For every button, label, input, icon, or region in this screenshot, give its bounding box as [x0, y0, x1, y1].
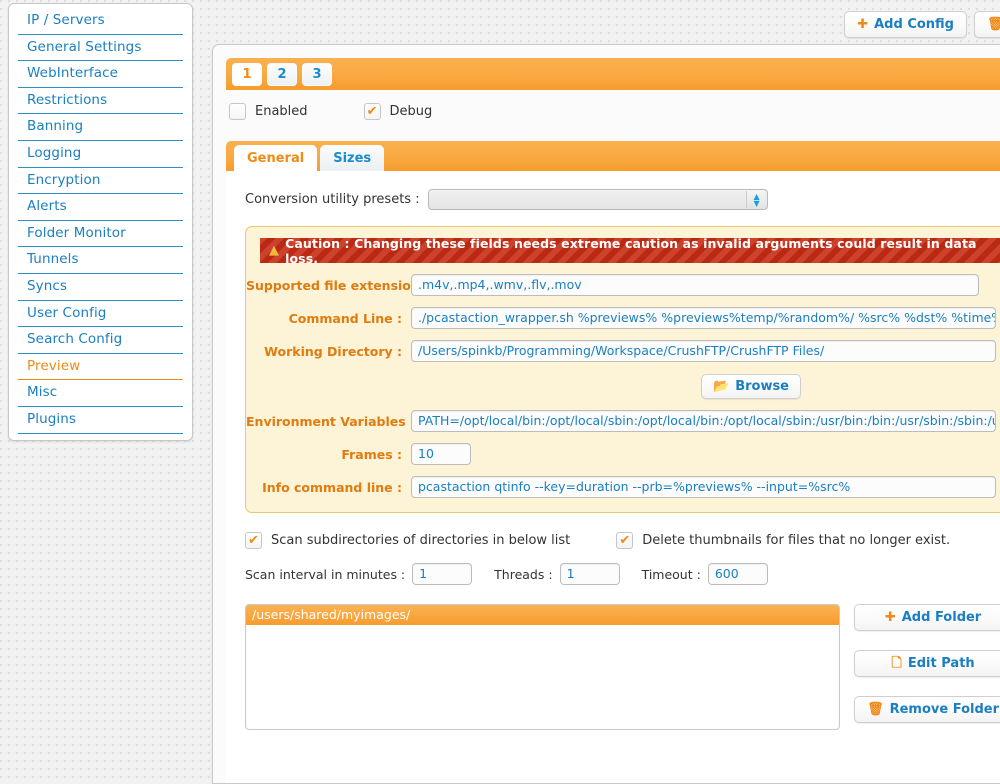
folder-list-section: /users/shared/myimages/ ✚ Add Folder 🗋 Edit… — [245, 604, 1000, 730]
sub-tab-strip: General Sizes — [226, 141, 1000, 171]
conversion-preset-label: Conversion utility presets : — [245, 192, 420, 207]
plus-icon: ✚ — [857, 17, 869, 32]
checkbox-debug[interactable]: ✔ — [363, 103, 381, 120]
config-tab-1[interactable]: 1 — [232, 62, 262, 86]
sidebar-item-user-config[interactable]: User Config — [18, 301, 183, 328]
conversion-preset-row: Conversion utility presets : ▲ ▼ — [245, 189, 1000, 210]
config-tab-2[interactable]: 2 — [267, 62, 297, 86]
button-label: Edit Path — [907, 656, 975, 671]
checkbox-option-0[interactable]: ✔ — [245, 532, 262, 549]
folder-list-item[interactable]: /users/shared/myimages/ — [246, 605, 840, 625]
caution-text: Caution : Changing these fields needs ex… — [285, 235, 977, 266]
scan-options-row: ✔ Scan subdirectories of directories in b… — [245, 532, 1000, 549]
conversion-preset-value — [429, 191, 747, 208]
tab-general[interactable]: General — [234, 145, 318, 171]
sidebar-item-preview[interactable]: Preview — [18, 354, 183, 381]
conversion-preset-select[interactable]: ▲ ▼ — [427, 189, 768, 210]
field-row: Command Line : ./pcastaction_wrapper.sh %… — [246, 307, 1000, 329]
sidebar-item-banning[interactable]: Banning — [18, 114, 183, 141]
field-row: Info command line : pcastaction qtinfo --… — [246, 476, 1000, 498]
plus-icon: ✚ — [884, 610, 896, 625]
field-label: Working Directory : — [264, 343, 402, 359]
add-config-label: Add Config — [874, 17, 954, 32]
sidebar-item-general-settings[interactable]: General Settings — [18, 35, 183, 62]
checkbox-option-label-0: Scan subdirectories of directories in be… — [271, 533, 571, 548]
sidebar-item-tunnels[interactable]: Tunnels — [18, 247, 183, 274]
edit-path-button[interactable]: 🗋 Edit Path — [854, 650, 1000, 677]
check-icon: ✔ — [248, 533, 259, 548]
field-input[interactable]: .m4v,.mp4,.wmv,.flv,.mov — [411, 274, 979, 296]
folder-list[interactable]: /users/shared/myimages/ — [245, 604, 841, 730]
field-input[interactable]: ./pcastaction_wrapper.sh %previews% %pre… — [411, 307, 996, 329]
button-label: Remove Folder — [889, 702, 999, 717]
field-label: Command Line : — [288, 310, 402, 326]
caution-card: ▲ Caution : Changing these fields needs … — [245, 226, 1000, 513]
field-input[interactable]: pcastaction qtinfo --key=duration --prb=… — [411, 476, 996, 498]
warning-triangle-icon: ▲ — [269, 243, 280, 258]
field-input[interactable]: /Users/spinkb/Programming/Workspace/Crus… — [411, 340, 996, 362]
stepper-arrows-icon: ▲ ▼ — [753, 191, 760, 208]
browse-label: Browse — [735, 379, 790, 394]
folder-list-buttons: ✚ Add Folder 🗋 Edit Path 🗑 Remove Folder — [854, 604, 1000, 723]
numeric-label-1: Threads : — [494, 566, 553, 582]
caution-banner: ▲ Caution : Changing these fields needs … — [260, 235, 1000, 266]
env-fields-group: Environment Variables : PATH=/opt/local/b… — [246, 410, 1000, 498]
sidebar-nav: IP / Servers General Settings WebInterface… — [8, 3, 193, 441]
sidebar-item-misc[interactable]: Misc — [18, 380, 183, 407]
command-fields-group: Supported file extensions : .m4v,.mp4,.wm… — [246, 274, 1000, 362]
field-label: Supported file extensions : — [246, 277, 437, 293]
checkbox-enabled[interactable]: ✔ — [229, 103, 246, 120]
numeric-input-0[interactable]: 1 — [412, 563, 473, 585]
sidebar-item-logging[interactable]: Logging — [18, 141, 183, 168]
field-row: Working Directory : /Users/spinkb/Program… — [246, 340, 1000, 362]
trash-icon: 🗑 — [867, 702, 884, 717]
sidebar-item-folder-monitor[interactable]: Folder Monitor — [18, 221, 183, 248]
sidebar-item-ip-servers[interactable]: IP / Servers — [18, 8, 183, 35]
sidebar-item-encryption[interactable]: Encryption — [18, 168, 183, 195]
check-icon: ✔ — [366, 104, 378, 119]
numeric-input-1[interactable]: 1 — [559, 563, 620, 585]
numeric-input-2[interactable]: 600 — [707, 563, 768, 585]
field-label: Info command line : — [262, 479, 402, 495]
scan-numeric-row: Scan interval in minutes : 1 Threads : 1 Tim… — [245, 563, 1000, 585]
trash-icon: 🗑 — [987, 17, 1000, 32]
check-icon: ✔ — [619, 533, 631, 548]
top-toolbar: ✚ Add Config 🗑 Re — [212, 0, 1000, 40]
field-row: Supported file extensions : .m4v,.mp4,.wm… — [246, 274, 1000, 296]
sidebar-item-search-config[interactable]: Search Config — [18, 327, 183, 354]
field-row: Environment Variables : PATH=/opt/local/b… — [246, 410, 1000, 432]
config-tab-3[interactable]: 3 — [302, 62, 332, 86]
sidebar-item-plugins[interactable]: Plugins — [18, 407, 183, 434]
numeric-label-0: Scan interval in minutes : — [245, 566, 406, 582]
add-config-button[interactable]: ✚ Add Config — [844, 11, 967, 38]
button-label: Add Folder — [901, 610, 982, 625]
checkbox-label-enabled: Enabled — [255, 104, 308, 119]
field-input[interactable]: 10 — [411, 443, 471, 465]
sidebar-item-restrictions[interactable]: Restrictions — [18, 88, 183, 115]
remove-config-button[interactable]: 🗑 Re — [974, 11, 1000, 38]
field-label: Environment Variables : — [246, 413, 416, 429]
numeric-label-2: Timeout : — [641, 566, 701, 582]
document-icon: 🗋 — [891, 656, 902, 671]
tab-sizes[interactable]: Sizes — [320, 145, 385, 171]
application-window: IP / Servers General Settings WebInterface… — [0, 0, 1000, 784]
folder-open-icon: 📂 — [713, 379, 730, 394]
remove-folder-button[interactable]: 🗑 Remove Folder — [854, 696, 1000, 723]
field-label: Frames : — [341, 446, 402, 462]
browse-row: 📂 Browse — [246, 374, 1000, 399]
field-input[interactable]: PATH=/opt/local/bin:/opt/local/sbin:/opt… — [411, 410, 996, 432]
sidebar-item-syncs[interactable]: Syncs — [18, 274, 183, 301]
top-checkbox-row: ✔ Enabled ✔ Debug — [229, 103, 432, 120]
config-panel: 123 ✔Enabled✔Debug GeneralSizes Conversi… — [212, 44, 1000, 784]
field-row: Frames : 10 — [246, 443, 1000, 465]
sidebar-item-alerts[interactable]: Alerts — [18, 194, 183, 221]
add-folder-button[interactable]: ✚ Add Folder — [854, 604, 1000, 631]
panel-body: Conversion utility presets : ▲ ▼ ▲ Cautio… — [226, 171, 1000, 783]
checkbox-label-debug: Debug — [389, 104, 433, 119]
sidebar-item-webinterface[interactable]: WebInterface — [18, 61, 183, 88]
config-tab-strip: 123 — [226, 58, 1000, 90]
browse-button[interactable]: 📂 Browse — [701, 374, 802, 399]
checkbox-option-label-1: Delete thumbnails for files that no long… — [642, 533, 951, 548]
checkbox-option-1[interactable]: ✔ — [616, 532, 634, 549]
